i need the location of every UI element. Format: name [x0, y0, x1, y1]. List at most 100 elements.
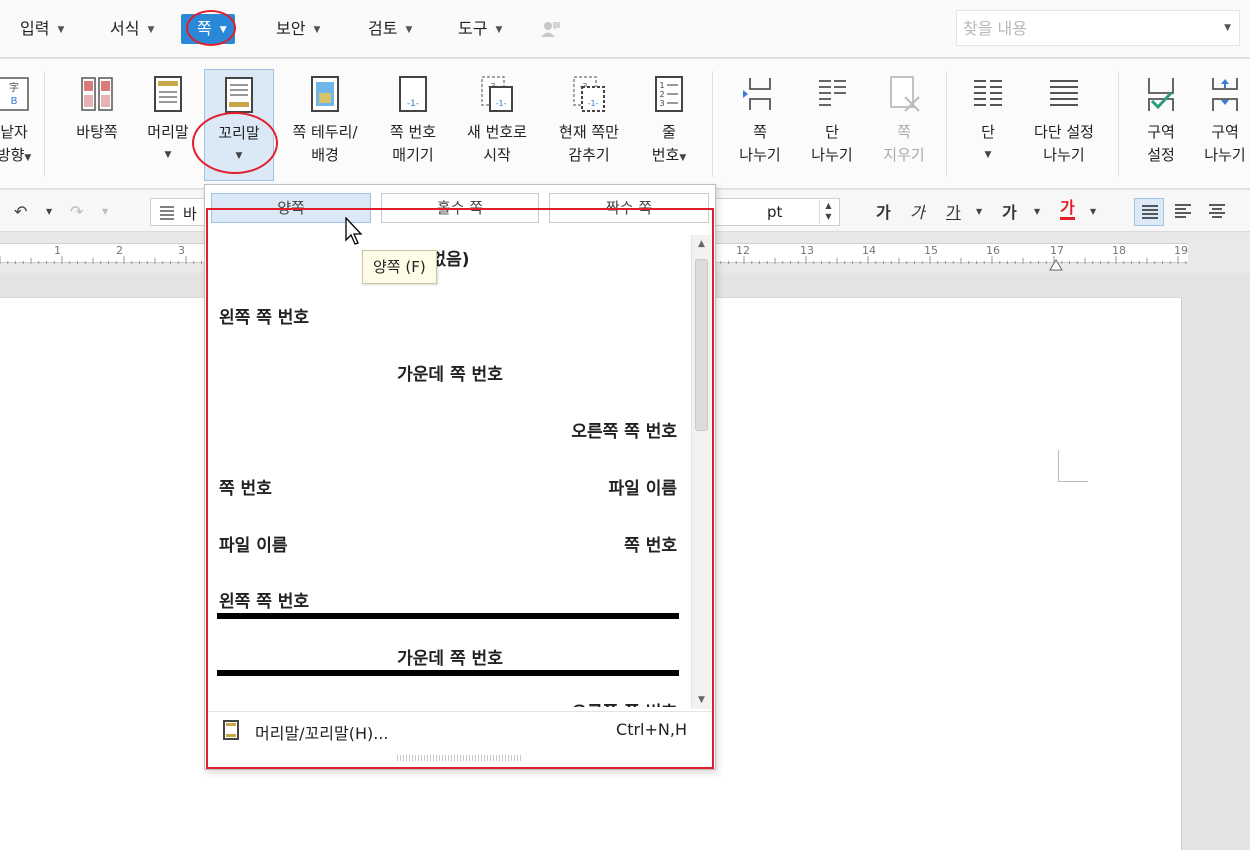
list-item[interactable]: 가운데 쪽 번호 [217, 360, 683, 388]
columns-button[interactable]: 단 ▼ [960, 69, 1016, 167]
chevron-down-icon[interactable]: ▼ [976, 207, 982, 216]
svg-text:2: 2 [659, 90, 664, 99]
ribbon-separator [946, 71, 947, 177]
undo-icon[interactable]: ↶ [14, 202, 27, 221]
master-page-icon [81, 77, 113, 111]
chevron-down-icon[interactable]: ▼ [46, 207, 52, 216]
list-item[interactable]: 쪽 번호 파일 이름 [217, 474, 683, 502]
page-delete-button[interactable]: 쪽 지우기 [872, 69, 936, 167]
menu-security[interactable]: 보안 ▼ [270, 14, 326, 44]
list-item[interactable]: 오른쪽 쪽 번호 [217, 698, 683, 707]
list-item[interactable]: 오른쪽 쪽 번호 [217, 417, 683, 445]
ribbon-separator [44, 71, 45, 177]
header-footer-dialog-item[interactable]: 머리말/꼬리말(H)... Ctrl+N,H [205, 711, 715, 745]
chevron-down-icon: ▼ [679, 153, 687, 163]
strikethrough-button[interactable]: 가 [1002, 199, 1017, 223]
chevron-down-icon: ▼ [313, 24, 321, 35]
page-border-background-button[interactable]: 쪽 테두리/ 배경 [282, 69, 368, 167]
chevron-down-icon: ▼ [405, 24, 413, 35]
svg-text:3: 3 [659, 99, 664, 108]
footer-icon [225, 77, 253, 113]
right-indent-marker-icon[interactable] [1049, 259, 1063, 271]
align-justify-icon [1142, 205, 1158, 219]
header-icon [154, 76, 182, 112]
search-field[interactable]: ▼ [956, 10, 1240, 46]
new-number-icon: -3- -1- [481, 76, 513, 112]
ribbon-separator [712, 71, 713, 177]
tab-even-pages[interactable]: 짝수 쪽 [549, 193, 709, 223]
multi-column-icon [1050, 80, 1078, 106]
align-justify-button[interactable] [1134, 198, 1164, 226]
bold-button[interactable]: 가 [876, 199, 891, 223]
menu-tools[interactable]: 도구 ▼ [452, 14, 508, 44]
columns-icon [974, 80, 1002, 106]
size-spinner[interactable]: ▲ ▼ [819, 200, 837, 224]
multi-column-break-button[interactable]: 다단 설정 나누기 [1022, 69, 1106, 167]
chevron-down-icon: ▼ [24, 153, 32, 163]
chevron-down-icon[interactable]: ▼ [102, 207, 108, 216]
svg-text:-1-: -1- [588, 99, 599, 108]
section-settings-button[interactable]: 구역 설정 [1132, 69, 1190, 167]
list-item[interactable]: 왼쪽 쪽 번호 [217, 303, 683, 331]
hide-page-icon: -3- -1- [573, 76, 605, 112]
chevron-down-icon[interactable]: ▼ [1090, 207, 1096, 216]
footer-button[interactable]: 꼬리말 ▼ [204, 69, 274, 181]
list-item[interactable]: 파일 이름 쪽 번호 [217, 531, 683, 559]
svg-text:B: B [11, 96, 18, 107]
new-number-start-button[interactable]: -3- -1- 새 번호로 시작 [456, 69, 538, 167]
header-footer-icon [223, 720, 239, 740]
section-break-button[interactable]: 구역 나누기 [1196, 69, 1250, 167]
line-number-icon: 1 2 3 [655, 76, 683, 112]
search-input[interactable] [957, 11, 1197, 45]
list-item[interactable]: 왼쪽 쪽 번호 [217, 587, 683, 621]
style-select[interactable]: 바 [150, 198, 210, 226]
menu-format[interactable]: 서식 ▼ [104, 14, 160, 44]
section-break-icon [1212, 78, 1238, 111]
page-delete-icon [890, 76, 920, 112]
list-item[interactable]: 없음) [217, 245, 683, 273]
column-break-icon [819, 80, 846, 106]
tab-odd-pages[interactable]: 홀수 쪽 [381, 193, 539, 223]
font-size-field[interactable]: pt ▲ ▼ [712, 198, 840, 226]
tooltip: 양쪽 (F) [362, 250, 437, 284]
chevron-down-icon: ▼ [147, 24, 155, 35]
divider [217, 670, 679, 676]
align-center-icon[interactable] [1208, 203, 1226, 219]
chevron-down-icon: ▼ [219, 24, 227, 35]
align-left-icon[interactable] [1174, 203, 1192, 219]
master-page-button[interactable]: 바탕쪽 [64, 69, 130, 144]
line-number-button[interactable]: 1 2 3 줄 번호▼ [640, 69, 698, 170]
underline-button[interactable]: 가 [946, 199, 961, 223]
paragraph-style-icon [160, 206, 174, 220]
scroll-thumb[interactable] [695, 259, 708, 431]
resize-grip[interactable] [397, 755, 523, 761]
chevron-down-icon[interactable]: ▼ [1034, 207, 1040, 216]
menu-insert[interactable]: 입력 ▼ [14, 14, 70, 44]
chevron-down-icon: ▼ [235, 151, 243, 161]
footer-style-list: 없음) 왼쪽 쪽 번호 가운데 쪽 번호 오른쪽 쪽 번호 쪽 번호 파일 이름… [217, 235, 693, 707]
chevron-down-icon: ▼ [57, 24, 65, 35]
italic-button[interactable]: 가 [910, 199, 925, 223]
text-direction-button[interactable]: 字 B 낱자 방향▼ [0, 69, 42, 170]
column-break-button[interactable]: 단 나누기 [800, 69, 864, 167]
chevron-down-icon: ▼ [164, 150, 172, 160]
page-border-icon [311, 76, 339, 112]
scroll-up-icon[interactable]: ▲ [692, 235, 711, 253]
scroll-down-icon[interactable]: ▼ [692, 691, 711, 709]
svg-text:-1-: -1- [496, 99, 507, 108]
page-numbering-button[interactable]: -1- 쪽 번호 매기기 [380, 69, 446, 167]
header-button[interactable]: 머리말 ▼ [138, 69, 198, 167]
menu-review[interactable]: 검토 ▼ [362, 14, 418, 44]
font-color-button[interactable]: 가 [1060, 199, 1075, 220]
ribbon: 字 B 낱자 방향▼ 바탕쪽 머리말 ▼ 꼬리말 ▼ 쪽 테두리/ 배경 -1-… [0, 59, 1250, 189]
page-break-button[interactable]: 쪽 나누기 [728, 69, 792, 167]
gallery-scrollbar[interactable]: ▲ ▼ [691, 235, 711, 709]
chevron-down-icon[interactable]: ▼ [1224, 23, 1231, 33]
text-direction-icon: 字 B [0, 77, 29, 111]
svg-text:-1-: -1- [407, 99, 419, 109]
list-item[interactable]: 가운데 쪽 번호 [217, 644, 683, 678]
share-user-icon[interactable] [540, 20, 562, 38]
menu-page[interactable]: 쪽 ▼ [181, 14, 235, 44]
redo-icon[interactable]: ↷ [70, 202, 83, 221]
hide-current-page-button[interactable]: -3- -1- 현재 쪽만 감추기 [548, 69, 630, 167]
